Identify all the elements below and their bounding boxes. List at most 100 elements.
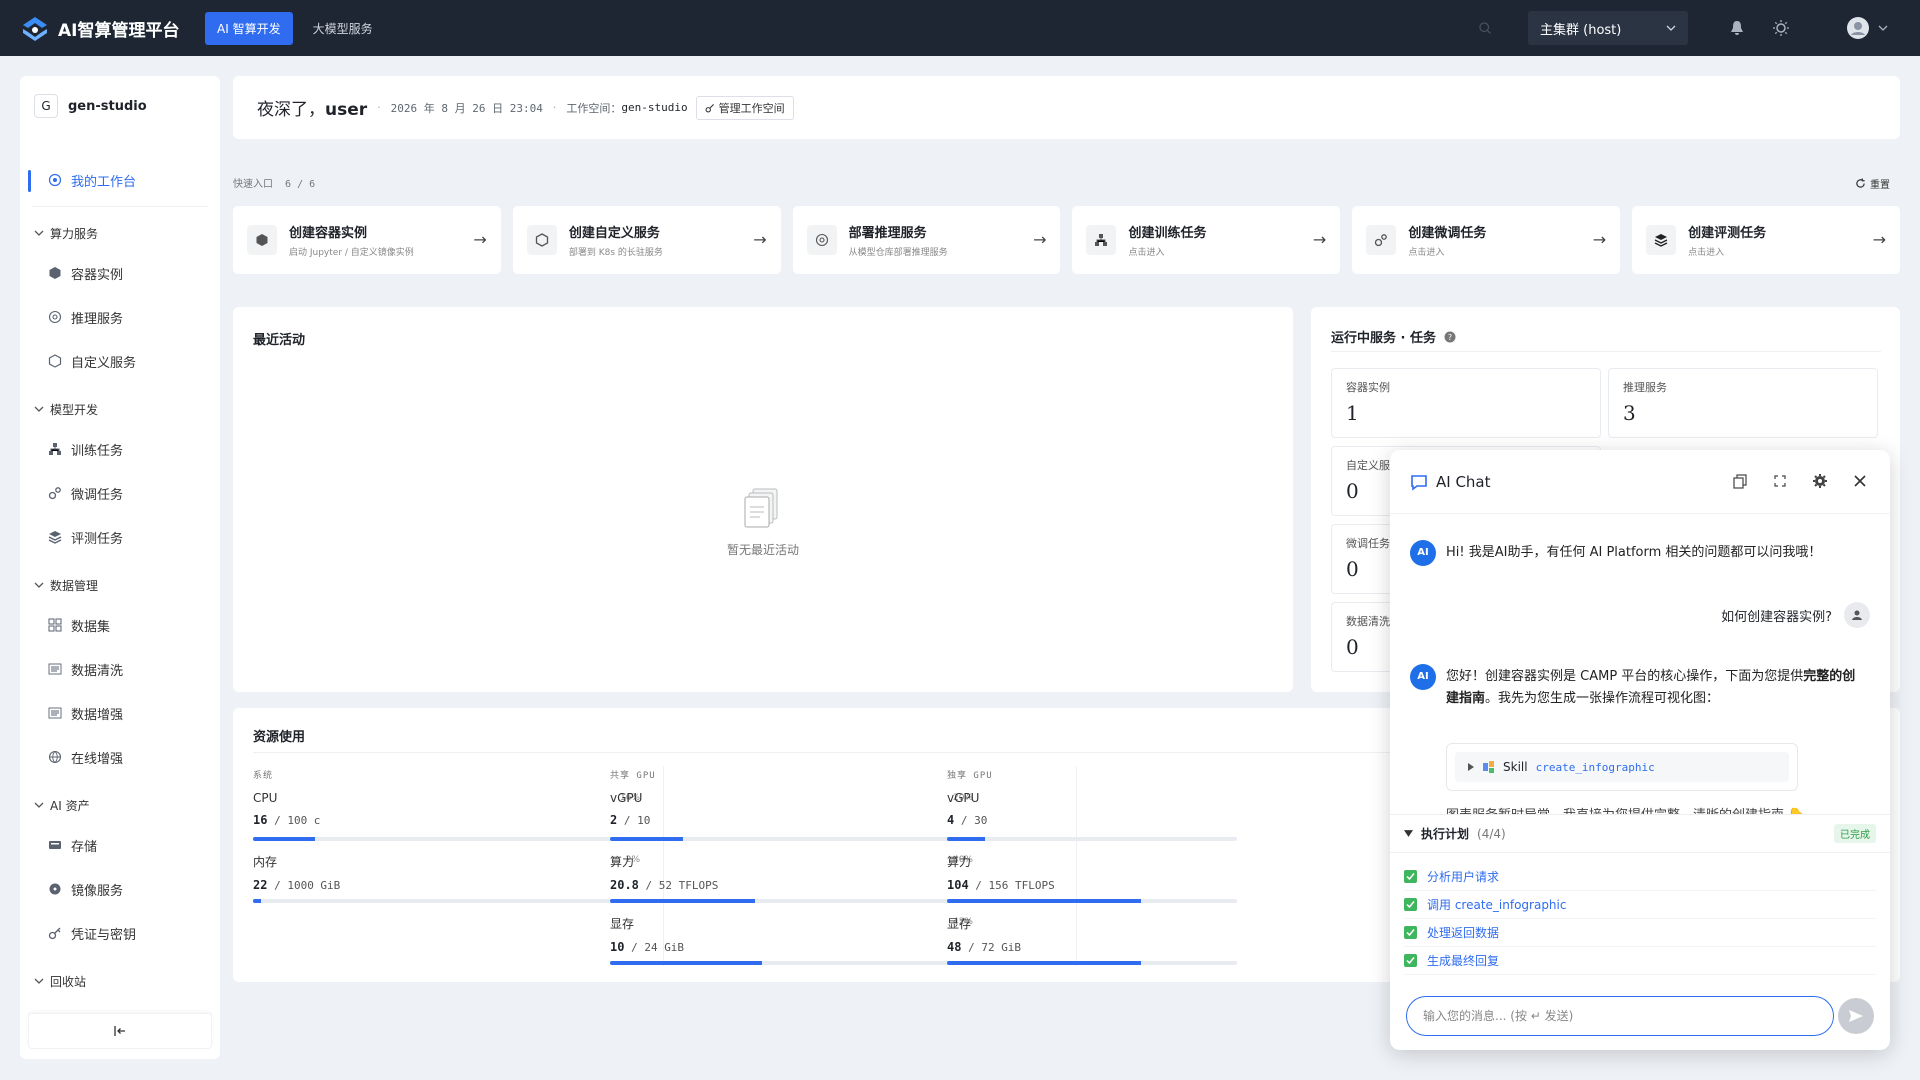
step-label: 调用 create_infographic (1427, 898, 1567, 912)
quick-entry-row: 创建容器实例 启动 Jupyter / 自定义镜像实例 → 创建自定义服务 部署到 … (233, 206, 1900, 274)
sidebar-group-model-dev[interactable]: 模型开发 (20, 391, 220, 427)
quick-create-container[interactable]: 创建容器实例 启动 Jupyter / 自定义镜像实例 → (233, 206, 501, 274)
skill-call-block[interactable]: Skill create_infographic (1446, 743, 1798, 791)
top-nav: AI 智算开发 大模型服务 (205, 11, 385, 45)
panel-header: 运行中服务 · 任务 ? (1331, 327, 1456, 346)
sidebar-item-images[interactable]: 镜像服务 (20, 867, 220, 911)
workspace-switcher[interactable]: G gen-studio (20, 76, 220, 130)
sidebar-group-data[interactable]: 数据管理 (20, 567, 220, 603)
user-avatar-icon[interactable] (1846, 16, 1870, 40)
quick-create-finetune[interactable]: 创建微调任务点击进入 → (1352, 206, 1621, 274)
bell-icon[interactable] (1728, 19, 1746, 37)
chat-message-input[interactable] (1406, 996, 1834, 1036)
sidebar-item-training[interactable]: 训练任务 (20, 427, 220, 471)
collapse-icon (114, 1026, 125, 1036)
quick-card-title: 创建训练任务 (1128, 226, 1207, 241)
reply-text: 。我先为您生成一张操作流程可视化图： (1485, 691, 1720, 706)
sidebar-group-recycle[interactable]: 回收站 (20, 963, 220, 999)
sidebar-item-finetune[interactable]: 微调任务 (20, 471, 220, 515)
panel-title: 最近活动 (253, 333, 306, 348)
search-icon[interactable] (1478, 21, 1492, 35)
logo-icon (23, 17, 47, 41)
reset-button[interactable]: 重置 (1855, 175, 1890, 191)
sidebar-item-dataset[interactable]: 数据集 (20, 603, 220, 647)
workspace-value: gen-studio (621, 101, 688, 114)
sidebar-group-assets[interactable]: AI 资产 (20, 787, 220, 823)
theme-icon[interactable] (1772, 19, 1790, 37)
metric-used: 22 (253, 878, 268, 892)
chevron-down-icon[interactable] (1878, 23, 1888, 33)
quick-deploy-inference[interactable]: 部署推理服务 从模型仓库部署推理服务 → (792, 206, 1061, 274)
expand-icon[interactable] (1772, 473, 1790, 491)
plan-header[interactable]: 执行计划 (4/4) 已完成 (1390, 815, 1890, 853)
sidebar-item-data-clean[interactable]: 数据清洗 (20, 647, 220, 691)
greeting-text: 夜深了，user (257, 95, 367, 120)
quick-create-eval[interactable]: 创建评测任务 点击进入 → (1632, 206, 1900, 274)
metric-value: 22 / 1000 GiB (253, 878, 640, 892)
sidebar-group-label: 数据管理 (50, 578, 99, 593)
hexagon-icon (526, 225, 557, 255)
metric-total: / 52 TFLOPS (638, 879, 719, 892)
layers-icon (1646, 225, 1677, 255)
manage-workspace-button[interactable]: 管理工作空间 (695, 95, 794, 120)
sidebar-item-credentials[interactable]: 凭证与密钥 (20, 911, 220, 955)
stat-card-container[interactable]: 容器实例 1 (1331, 368, 1601, 438)
close-icon[interactable] (1852, 473, 1870, 491)
progress-fill (610, 837, 683, 841)
help-icon[interactable]: ? (1444, 331, 1456, 343)
metric-value: 48 / 72 GiB (947, 940, 1237, 954)
quick-create-custom-service[interactable]: 创建自定义服务 部署到 K8s 的长驻服务 → (512, 206, 781, 274)
plan-step: 生成最终回复 (1404, 947, 1876, 975)
plan-count: (4/4) (1477, 826, 1506, 841)
send-button[interactable] (1838, 998, 1874, 1034)
quick-card-sub: 点击进入 (1408, 248, 1445, 258)
metric-total: / 24 GiB (624, 941, 685, 954)
metric-name: vGPU (610, 791, 643, 805)
brand[interactable]: AI智算管理平台 (20, 13, 205, 43)
cluster-select[interactable]: 主集群 (host) (1528, 11, 1688, 45)
progress-fill (610, 961, 763, 965)
status-badge: 已完成 (1834, 824, 1876, 843)
arrow-right-icon: → (473, 230, 487, 249)
metric-value: 104 / 156 TFLOPS (947, 878, 1237, 892)
quick-card-title: 创建微调任务 (1408, 226, 1487, 241)
sidebar-item-label: 数据集 (71, 619, 111, 635)
reset-label: 重置 (1870, 179, 1890, 191)
plan-step: 处理返回数据 (1404, 919, 1876, 947)
network-icon (806, 225, 837, 255)
sidebar-item-eval[interactable]: 评测任务 (20, 515, 220, 559)
step-label: 生成最终回复 (1427, 954, 1500, 968)
metric-value: 10 / 24 GiB (610, 940, 973, 954)
plan-step: 分析用户请求 (1404, 863, 1876, 891)
settings-icon[interactable] (1812, 473, 1830, 491)
metric-value: 4 / 30 (947, 813, 1237, 827)
metric-used: 20.8 (610, 878, 639, 892)
divider (32, 206, 208, 207)
collapse-sidebar-button[interactable] (28, 1013, 212, 1049)
sidebar-item-custom[interactable]: 自定义服务 (20, 339, 220, 383)
stat-card-inference[interactable]: 推理服务 3 (1608, 368, 1878, 438)
sidebar-item-storage[interactable]: 存储 (20, 823, 220, 867)
sidebar-group-compute[interactable]: 算力服务 (20, 215, 220, 251)
metric-name: 显存 (947, 917, 972, 931)
tab-ai-dev[interactable]: AI 智算开发 (205, 11, 293, 45)
sidebar-item-inference[interactable]: 推理服务 (20, 295, 220, 339)
sidebar-group-label: AI 资产 (50, 798, 90, 813)
sidebar-item-data-augment[interactable]: 数据增强 (20, 691, 220, 735)
sidebar-item-home[interactable]: 我的工作台 (20, 158, 220, 202)
empty-state: 暂无最近活动 (233, 487, 1293, 558)
progress-bar (610, 899, 973, 903)
quick-create-training[interactable]: 创建训练任务 点击进入 → (1072, 206, 1341, 274)
copy-icon[interactable] (1732, 473, 1750, 491)
resource-metric: 显存 42% 10 / 24 GiB (610, 915, 973, 977)
user-avatar-icon (1844, 602, 1870, 628)
plan-title: 执行计划 (1421, 827, 1470, 841)
progress-fill (253, 899, 261, 903)
resource-metric: 显存 48 / 72 GiB (947, 915, 1237, 977)
tab-llm-service[interactable]: 大模型服务 (301, 12, 385, 45)
arrow-right-icon: → (1592, 230, 1607, 249)
list-icon (48, 707, 62, 719)
sidebar-item-container[interactable]: 容器实例 (20, 251, 220, 295)
progress-bar (610, 837, 973, 841)
sidebar-item-online-augment[interactable]: 在线增强 (20, 735, 220, 779)
